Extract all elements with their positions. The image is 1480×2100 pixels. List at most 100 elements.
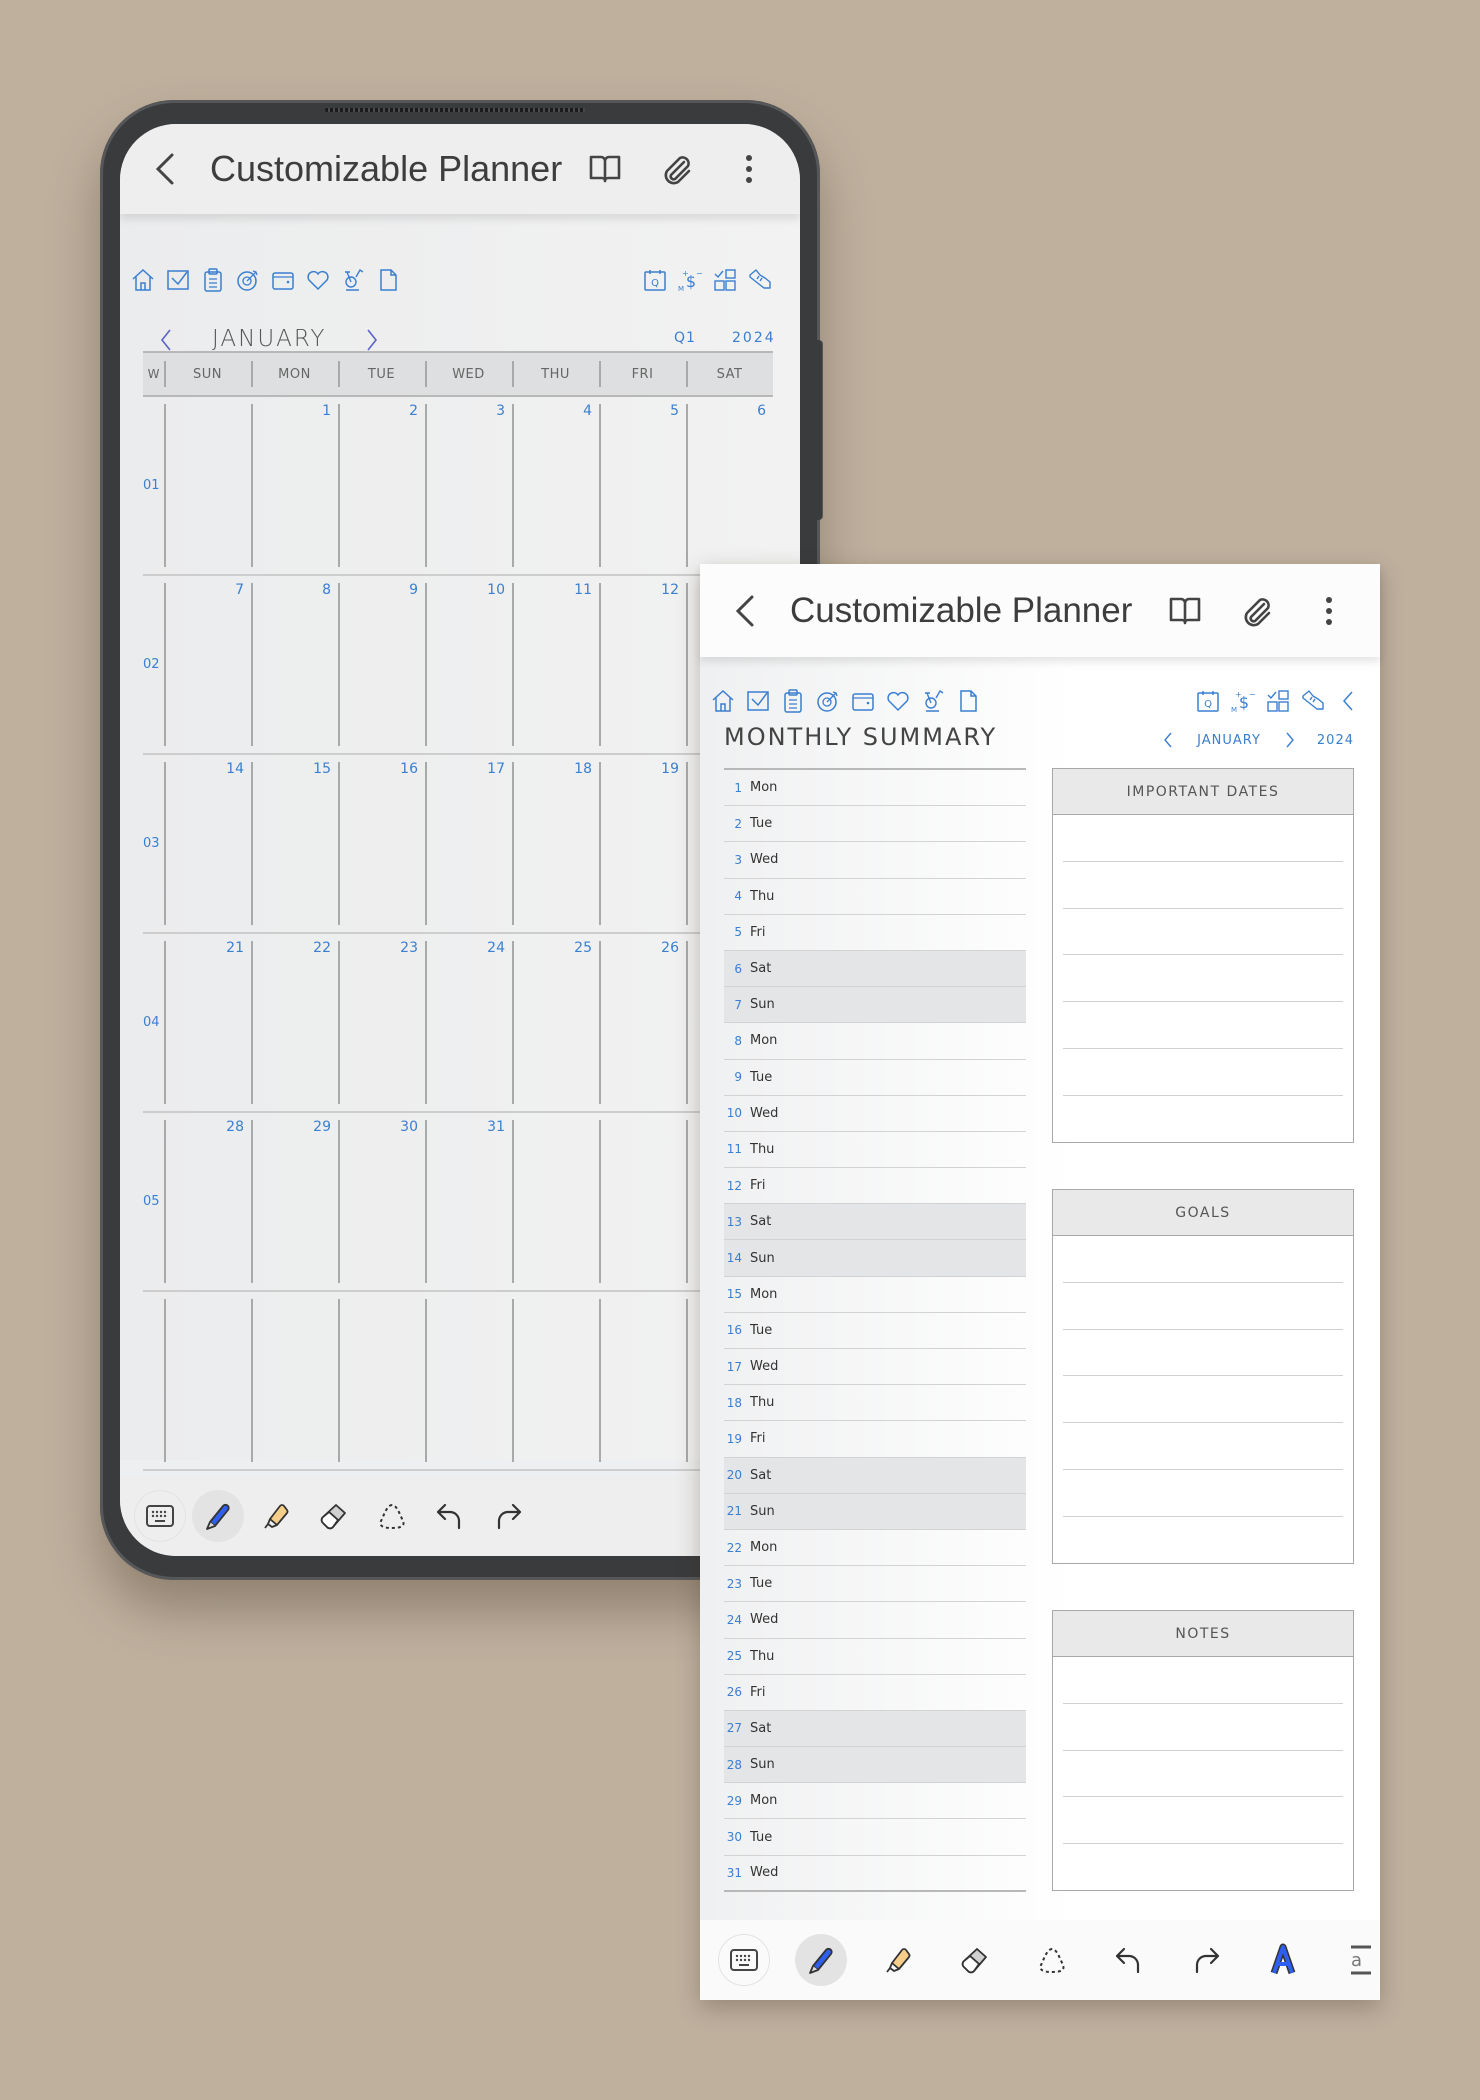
day-list-row[interactable]: 28 Sun [724,1747,1026,1784]
keyboard-tool-button[interactable] [134,1490,186,1542]
lasso-tool-button[interactable] [366,1490,418,1542]
quarter-link[interactable]: Q1 [674,330,696,346]
day-list-row[interactable]: 26 Fri [724,1675,1026,1711]
writing-line[interactable] [1063,1376,1343,1424]
writing-line[interactable] [1063,862,1343,909]
budget-icon[interactable]: $ + − M [1230,688,1256,714]
budget-icon[interactable]: $ + − M [677,267,703,293]
day-list-row[interactable]: 31 Wed [724,1856,1026,1892]
attachment-button[interactable] [1236,590,1278,632]
calendar-day-cell[interactable]: 17 [425,755,512,932]
day-list-row[interactable]: 14 Sun [724,1240,1026,1277]
quarter-calendar-icon[interactable]: Q [642,267,668,293]
writing-line[interactable] [1063,1657,1343,1704]
day-list-row[interactable]: 4 Thu [724,879,1026,915]
calendar-day-cell[interactable]: 24 [425,934,512,1111]
calendar-day-cell[interactable]: 9 [338,576,425,753]
day-list-row[interactable]: 15 Mon [724,1277,1026,1313]
quarter-calendar-icon[interactable]: Q [1195,688,1221,714]
calendar-day-cell[interactable] [251,1292,338,1469]
back-button[interactable] [730,591,760,631]
calendar-day-cell[interactable] [599,1292,686,1469]
text-style-tool-button[interactable] [1257,1934,1309,1986]
calendar-day-cell[interactable]: 26 [599,934,686,1111]
day-list-row[interactable]: 25 Thu [724,1639,1026,1675]
day-list-row[interactable]: 21 Sun [724,1493,1026,1530]
writing-line[interactable] [1063,1002,1343,1049]
week-number[interactable] [143,1292,164,1469]
writing-line[interactable] [1063,1704,1343,1751]
writing-line[interactable] [1063,1844,1343,1891]
home-icon[interactable] [710,688,736,714]
calendar-day-cell[interactable] [512,1113,599,1290]
previous-month-button[interactable] [1161,730,1175,750]
calendar-day-cell[interactable]: 22 [251,934,338,1111]
book-button[interactable] [1164,590,1206,632]
day-list-row[interactable]: 9 Tue [724,1060,1026,1096]
back-button[interactable] [150,149,180,189]
heart-icon[interactable] [305,267,331,293]
calendar-day-cell[interactable]: 25 [512,934,599,1111]
next-month-button[interactable] [360,326,382,354]
day-list-row[interactable]: 11 Thu [724,1132,1026,1169]
day-list-row[interactable]: 5 Fri [724,915,1026,951]
week-number[interactable]: 03 [143,755,164,932]
calendar-day-cell[interactable]: 16 [338,755,425,932]
calendar-day-cell[interactable] [512,1292,599,1469]
previous-month-button[interactable] [156,326,178,354]
undo-tool-button[interactable] [1103,1934,1155,1986]
day-list-row[interactable]: 29 Mon [724,1783,1026,1820]
calendar-day-cell[interactable]: 1 [251,397,338,574]
wallet-icon[interactable] [270,267,296,293]
checklist-grid-icon[interactable] [712,267,738,293]
more-options-button[interactable] [728,148,770,190]
exercise-bike-icon[interactable] [340,267,366,293]
redo-tool-button[interactable] [482,1490,534,1542]
keyboard-tool-button[interactable] [718,1934,770,1986]
book-button[interactable] [584,148,626,190]
day-list-row[interactable]: 24 Wed [724,1602,1026,1639]
day-list-row[interactable]: 6 Sat [724,950,1026,988]
calendar-day-cell[interactable]: 4 [512,397,599,574]
calendar-day-cell[interactable]: 3 [425,397,512,574]
clipboard-icon[interactable] [200,267,226,293]
blank-page-icon[interactable] [955,688,981,714]
day-list-row[interactable]: 27 Sat [724,1710,1026,1748]
writing-line[interactable] [1063,1049,1343,1096]
writing-line[interactable] [1063,1096,1343,1143]
writing-line[interactable] [1063,1470,1343,1517]
calendar-day-cell[interactable]: 12 [599,576,686,753]
writing-line[interactable] [1063,815,1343,862]
day-list-row[interactable]: 20 Sat [724,1457,1026,1494]
calendar-day-cell[interactable]: 30 [338,1113,425,1290]
calendar-day-cell[interactable]: 31 [425,1113,512,1290]
writing-line[interactable] [1063,1423,1343,1470]
year-link[interactable]: 2024 [1317,733,1354,748]
goal-target-icon[interactable] [815,688,841,714]
checklist-grid-icon[interactable] [1265,688,1291,714]
writing-line[interactable] [1063,1236,1343,1283]
calendar-day-cell[interactable]: 2 [338,397,425,574]
text-box-tool-button[interactable]: a [1334,1934,1386,1986]
writing-line[interactable] [1063,1797,1343,1845]
day-list-row[interactable]: 13 Sat [724,1204,1026,1241]
clipboard-icon[interactable] [780,688,806,714]
day-list-row[interactable]: 18 Thu [724,1385,1026,1422]
calendar-day-cell[interactable] [164,1292,251,1469]
writing-line[interactable] [1063,909,1343,956]
writing-line[interactable] [1063,1330,1343,1377]
collapse-chevron-icon[interactable] [1335,688,1361,714]
sneaker-icon[interactable] [747,267,773,293]
calendar-day-cell[interactable]: 6 [686,397,773,574]
week-number[interactable]: 02 [143,576,164,753]
checkbox-icon[interactable] [745,688,771,714]
writing-line[interactable] [1063,1517,1343,1564]
highlighter-tool-button[interactable] [872,1934,924,1986]
day-list-row[interactable]: 23 Tue [724,1566,1026,1603]
calendar-day-cell[interactable]: 21 [164,934,251,1111]
calendar-day-cell[interactable]: 29 [251,1113,338,1290]
writing-line[interactable] [1063,955,1343,1003]
week-number[interactable]: 04 [143,934,164,1111]
week-number[interactable]: 01 [143,397,164,574]
blank-page-icon[interactable] [375,267,401,293]
